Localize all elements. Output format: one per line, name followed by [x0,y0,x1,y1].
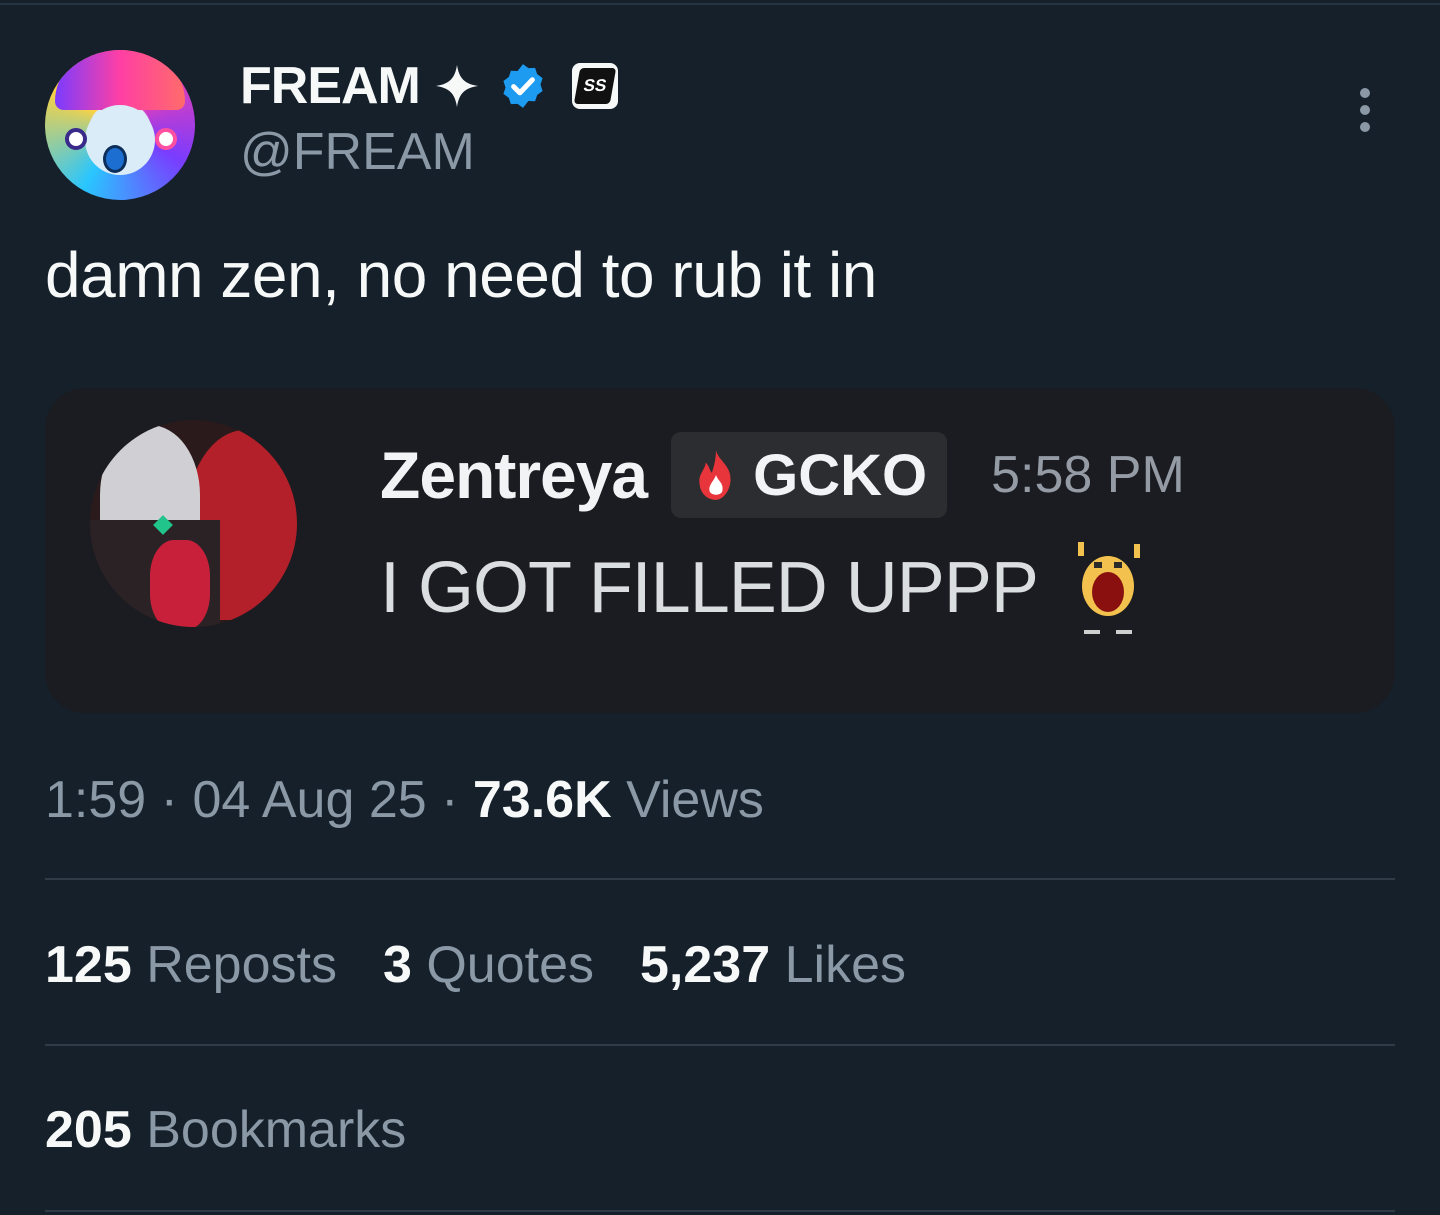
tweet-detail: FREAM SS @FREAM damn zen, no need to rub… [0,0,1440,1215]
discord-timestamp: 5:58 PM [991,446,1185,504]
likes-count: 5,237 [640,936,771,994]
quotes-count: 3 [382,936,412,994]
fire-icon [699,450,731,500]
quotes-stat[interactable]: 3 Quotes [383,935,594,995]
bookmarks-label: Bookmarks [131,1101,407,1159]
reposts-stat[interactable]: 125 Reposts [45,935,337,995]
divider [45,1210,1395,1212]
engagement-stats: 125 Reposts 3 Quotes 5,237 Likes [45,935,952,995]
tweet-media-image[interactable]: Zentreya GCKO 5:58 PM I GOT FILLED UPPP [45,388,1395,713]
quotes-label: Quotes [411,936,595,994]
discord-server-tag: GCKO [671,432,948,518]
likes-stat[interactable]: 5,237 Likes [640,935,906,995]
author-display-name[interactable]: FREAM [240,56,421,116]
discord-message-text: I GOT FILLED UPPP [380,548,1039,628]
tweet-metadata: 1:59 · 04 Aug 25 · 73.6K Views [45,770,764,830]
discord-message-header: Zentreya GCKO 5:58 PM [380,430,1185,520]
tweet-date[interactable]: 04 Aug 25 [192,771,426,829]
meta-separator: · [146,771,193,829]
discord-avatar [90,420,297,627]
author-handle[interactable]: @FREAM [240,122,475,182]
likes-label: Likes [770,936,906,994]
bookmarks-stat[interactable]: 205 Bookmarks [45,1100,406,1160]
reposts-label: Reposts [131,936,337,994]
meta-separator: · [426,771,473,829]
more-options-icon[interactable] [1340,80,1390,140]
discord-message-body: I GOT FILLED UPPP [380,538,1148,638]
discord-username: Zentreya [380,438,648,512]
reposts-count: 125 [45,936,132,994]
sparkle-icon [435,64,478,108]
author-avatar[interactable] [45,50,195,200]
affiliate-badge[interactable]: SS [571,63,618,109]
screaming-emoji-icon [1077,542,1140,634]
discord-tag-text: GCKO [753,442,928,508]
views-count: 73.6K [472,771,612,829]
views-label: Views [611,771,764,829]
tweet-text: damn zen, no need to rub it in [45,239,877,311]
divider [45,1044,1395,1046]
author-name-row[interactable]: FREAM SS [240,56,618,116]
divider [45,878,1395,880]
tweet-time[interactable]: 1:59 [45,771,146,829]
verified-badge-icon[interactable] [498,61,548,111]
bookmarks-count: 205 [45,1101,132,1159]
affiliate-badge-logo: SS [573,68,617,104]
